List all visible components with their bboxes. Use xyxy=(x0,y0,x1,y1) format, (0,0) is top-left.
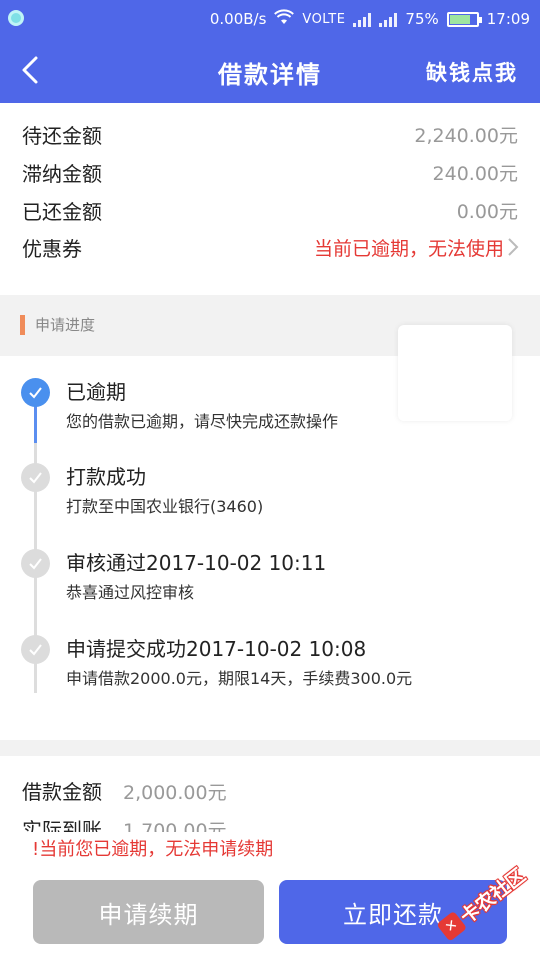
amount-row-late-fee: 滞纳金额 240.00元 xyxy=(0,153,540,191)
section-title: 申请进度 xyxy=(35,316,96,334)
header: 0.00B/s VOLTE 75% 17:09 借款详情 缺钱点我 xyxy=(0,0,540,103)
step-check-icon xyxy=(21,549,50,578)
amount-row-pending: 待还金额 2,240.00元 xyxy=(0,115,540,153)
info-label: 借款金额 xyxy=(22,780,102,804)
amount-label: 滞纳金额 xyxy=(22,161,102,186)
floating-card xyxy=(398,325,512,421)
volte-label: VOLTE xyxy=(302,11,346,27)
overdue-warning: !当前您已逾期，无法申请续期 xyxy=(32,839,274,860)
step-desc: 打款至中国农业银行(3460) xyxy=(66,497,264,516)
chevron-right-icon xyxy=(508,238,519,256)
battery-icon xyxy=(446,11,482,27)
step-check-icon-active xyxy=(21,378,50,407)
step-check-icon xyxy=(21,463,50,492)
amount-label: 待还金额 xyxy=(22,123,102,148)
step-check-icon xyxy=(21,635,50,664)
step-title: 审核通过2017-10-02 10:11 xyxy=(66,551,327,575)
step-desc: 恭喜通过风控审核 xyxy=(66,583,195,602)
signal-icon-2 xyxy=(379,11,398,27)
network-speed: 0.00B/s xyxy=(209,10,267,28)
timeline-line-active xyxy=(34,405,37,443)
loan-amount-row: 借款金额 2,000.00元 xyxy=(0,776,540,810)
battery-level xyxy=(449,14,470,24)
status-bar: 0.00B/s VOLTE 75% 17:09 xyxy=(0,0,540,38)
coupon-status: 当前已逾期，无法使用 xyxy=(313,237,504,260)
step-title: 已逾期 xyxy=(66,380,126,404)
renew-button[interactable]: 申请续期 xyxy=(33,880,264,944)
info-value: 2,000.00元 xyxy=(123,782,227,804)
amount-row-repaid: 已还金额 0.00元 xyxy=(0,191,540,229)
amount-value: 0.00元 xyxy=(456,200,518,223)
signal-icon xyxy=(353,11,372,27)
coupon-row[interactable]: 优惠券 当前已逾期，无法使用 xyxy=(0,228,540,266)
need-money-button[interactable]: 缺钱点我 xyxy=(426,57,518,87)
amount-value: 240.00元 xyxy=(432,162,518,185)
watermark-text: 卡农社区 xyxy=(456,863,530,929)
battery-percent: 75% xyxy=(405,10,439,28)
section-divider xyxy=(0,740,540,756)
step-title: 申请提交成功2017-10-02 10:08 xyxy=(66,637,367,661)
step-desc: 申请借款2000.0元，期限14天，手续费300.0元 xyxy=(66,669,413,688)
clock: 17:09 xyxy=(486,10,530,28)
amount-label: 已还金额 xyxy=(22,199,102,224)
coupon-label: 优惠券 xyxy=(22,236,82,261)
app-notification-icon xyxy=(8,10,24,26)
step-title: 打款成功 xyxy=(66,465,146,489)
step-desc: 您的借款已逾期，请尽快完成还款操作 xyxy=(66,412,339,431)
wifi-icon xyxy=(274,9,295,29)
amount-value: 2,240.00元 xyxy=(414,124,518,147)
nav-bar: 借款详情 缺钱点我 xyxy=(0,38,540,103)
section-marker xyxy=(20,315,25,335)
